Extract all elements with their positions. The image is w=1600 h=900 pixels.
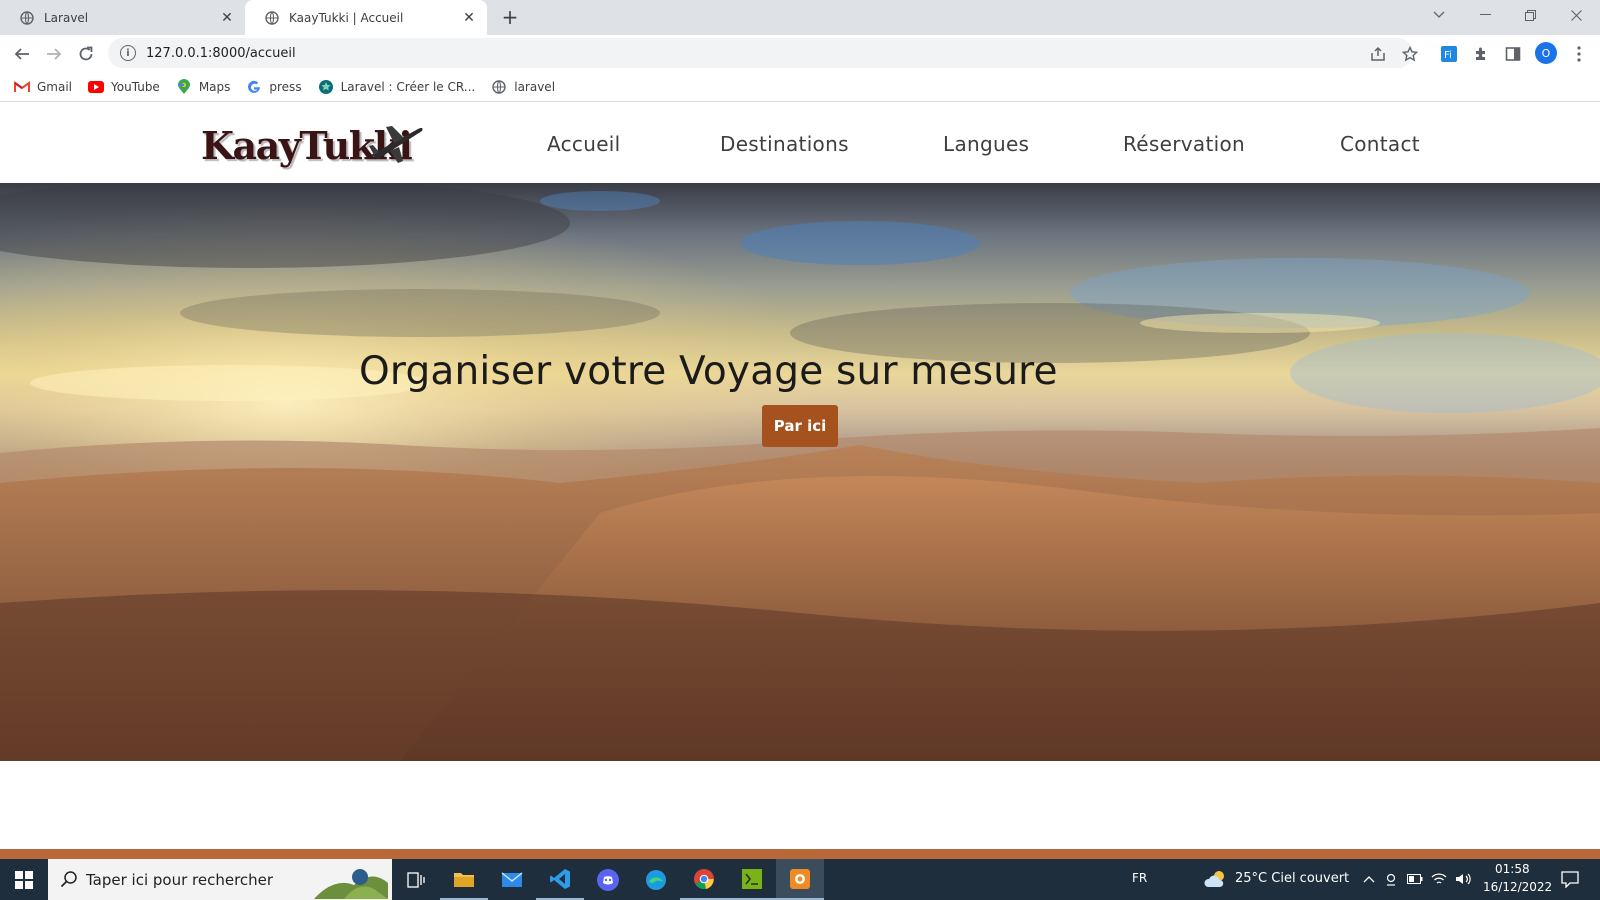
close-icon[interactable]: ✕ (461, 10, 477, 26)
hero-title: Organiser votre Voyage sur mesure (359, 349, 1058, 394)
bookmark-label: Laravel : Créer le CR... (340, 79, 476, 94)
active-app-icon[interactable] (776, 859, 824, 900)
tab-search-icon[interactable] (1424, 0, 1454, 30)
hero-banner: Organiser votre Voyage sur mesure Par ic… (0, 183, 1600, 761)
bookmarks-bar: Gmail YouTube Maps press Laravel : Créer… (0, 72, 1600, 102)
windows-taskbar: Taper ici pour rechercher FR 25°C Ciel c… (0, 859, 1600, 900)
profile-avatar[interactable]: O (1535, 42, 1557, 64)
volume-icon[interactable] (1455, 871, 1471, 887)
info-icon[interactable]: i (120, 45, 136, 61)
bookmark-maps[interactable]: Maps (176, 78, 231, 95)
taskbar-search-input[interactable]: Taper ici pour rechercher (48, 859, 392, 900)
gmail-icon (14, 79, 30, 95)
share-icon[interactable] (1368, 44, 1388, 64)
site-header: KaayTukki Accueil Destinations Langues R… (0, 102, 1600, 183)
search-icon (60, 871, 77, 888)
page-content-area (0, 761, 1600, 849)
bookmark-label: press (269, 79, 302, 94)
globe-icon (20, 10, 34, 25)
nav-accueil[interactable]: Accueil (547, 132, 621, 156)
restore-button[interactable] (1515, 0, 1545, 30)
youtube-icon (88, 79, 105, 95)
bookmark-label: Gmail (37, 79, 73, 94)
tab-laravel[interactable]: Laravel ✕ (0, 0, 245, 35)
bookmark-label: Maps (198, 79, 231, 94)
maps-icon (176, 78, 192, 95)
desert-background-image (0, 183, 1600, 761)
bookmark-laravel[interactable]: laravel (491, 79, 555, 95)
back-button[interactable] (8, 40, 36, 68)
task-view-icon[interactable] (392, 859, 440, 900)
clock-time[interactable]: 01:58 (1495, 862, 1530, 876)
close-icon[interactable]: ✕ (219, 10, 235, 26)
menu-kebab-icon[interactable] (1568, 43, 1590, 65)
bookmark-press[interactable]: press (246, 79, 302, 95)
reload-button[interactable] (72, 40, 100, 68)
nav-reservation[interactable]: Réservation (1123, 132, 1245, 156)
footer-strip (0, 849, 1600, 859)
svg-text:Fi: Fi (1444, 50, 1452, 61)
url-text: 127.0.0.1:8000/accueil (146, 45, 296, 61)
extension-fi-icon[interactable]: Fi (1438, 43, 1460, 65)
bookmark-label: YouTube (111, 79, 160, 94)
close-window-button[interactable] (1561, 0, 1591, 30)
search-placeholder: Taper ici pour rechercher (86, 870, 274, 889)
language-indicator[interactable]: FR (1132, 871, 1147, 885)
site-logo[interactable]: KaayTukki (198, 116, 426, 172)
airplane-icon (369, 126, 423, 163)
search-highlight-illustration-icon (314, 869, 388, 899)
weather-cloud-icon[interactable] (1204, 868, 1228, 890)
nav-langues[interactable]: Langues (943, 132, 1029, 156)
extensions-puzzle-icon[interactable] (1470, 43, 1492, 65)
notification-center-icon[interactable] (1560, 870, 1580, 888)
chrome-icon[interactable] (680, 859, 728, 900)
google-icon (246, 79, 262, 95)
bookmark-laravel-crud[interactable]: Laravel : Créer le CR... (318, 79, 476, 95)
bookmark-label: laravel (514, 79, 556, 94)
tab-kaaytukki[interactable]: KaayTukki | Accueil ✕ (245, 0, 487, 35)
chevron-up-icon[interactable] (1361, 871, 1377, 887)
nav-destinations[interactable]: Destinations (720, 132, 849, 156)
bookmark-youtube[interactable]: YouTube (88, 79, 160, 95)
discord-icon[interactable] (584, 859, 632, 900)
tab-title: KaayTukki | Accueil (289, 10, 404, 25)
bookmark-gmail[interactable]: Gmail (14, 79, 72, 95)
browser-toolbar: i 127.0.0.1:8000/accueil Fi O (0, 35, 1600, 72)
nav-contact[interactable]: Contact (1340, 132, 1420, 156)
edge-icon[interactable] (632, 859, 680, 900)
wifi-icon[interactable] (1431, 871, 1447, 887)
tab-title: Laravel (44, 10, 89, 25)
windows-start-icon[interactable] (0, 859, 48, 900)
address-bar[interactable]: i 127.0.0.1:8000/accueil (108, 38, 1413, 68)
par-ici-button[interactable]: Par ici (762, 405, 838, 447)
meet-now-icon[interactable] (1383, 871, 1399, 887)
vscode-icon[interactable] (536, 859, 584, 900)
battery-icon[interactable] (1407, 871, 1423, 887)
forward-button[interactable] (40, 40, 68, 68)
side-panel-icon[interactable] (1502, 43, 1524, 65)
tab-strip: Laravel ✕ KaayTukki | Accueil ✕ + (0, 0, 1600, 35)
bookmark-star-icon[interactable] (1400, 44, 1420, 64)
minimize-button[interactable] (1470, 0, 1500, 30)
new-tab-button[interactable]: + (498, 5, 522, 29)
terminal-app-icon[interactable] (728, 859, 776, 900)
clock-date[interactable]: 16/12/2022 (1483, 880, 1552, 894)
globe-icon (491, 79, 507, 95)
file-explorer-icon[interactable] (440, 859, 488, 900)
globe-icon (318, 79, 334, 95)
mail-icon[interactable] (488, 859, 536, 900)
weather-text[interactable]: 25°C Ciel couvert (1235, 871, 1349, 886)
globe-icon (265, 10, 279, 25)
